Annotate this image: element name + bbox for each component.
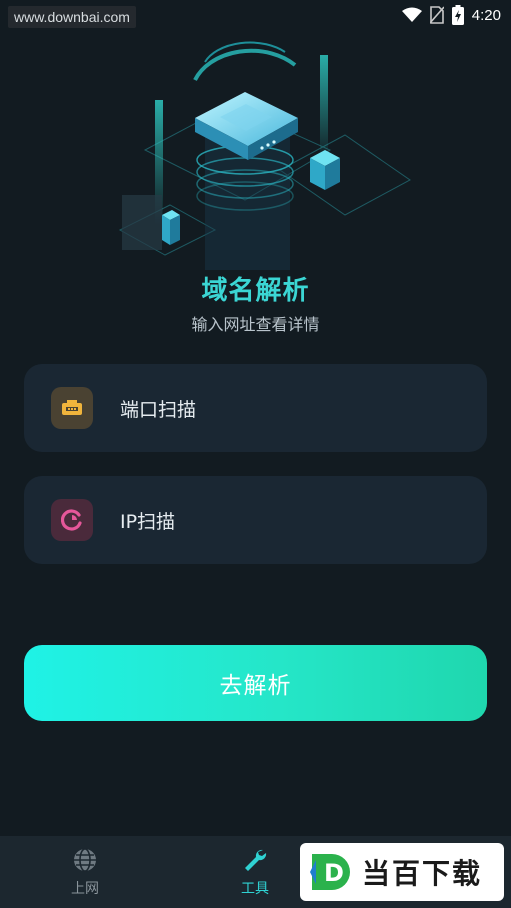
page-title: 域名解析 [201,276,310,306]
tab-internet-label: 上网 [71,880,99,897]
brand-logo: D 当百下载 [300,843,504,901]
ip-scan-label: IP扫描 [120,510,176,533]
ip-scan-icon [51,499,93,541]
router-port-icon [51,387,93,429]
brand-text: 当百下载 [362,857,483,890]
brand-mark: D [324,859,344,887]
analyze-button[interactable]: 去解析 [24,645,487,721]
wrench-icon [245,849,267,871]
tab-tools-label: 工具 [241,880,269,897]
page-subtitle: 输入网址查看详情 [191,315,320,334]
port-scan-label: 端口扫描 [120,398,197,421]
tab-internet[interactable]: 上网 [0,836,170,908]
port-scan-card[interactable]: 端口扫描 [24,364,487,452]
ip-scan-card[interactable]: IP扫描 [24,476,487,564]
server-illustration [118,41,411,270]
globe-icon [74,847,96,872]
brand-d-icon: D [310,854,350,890]
